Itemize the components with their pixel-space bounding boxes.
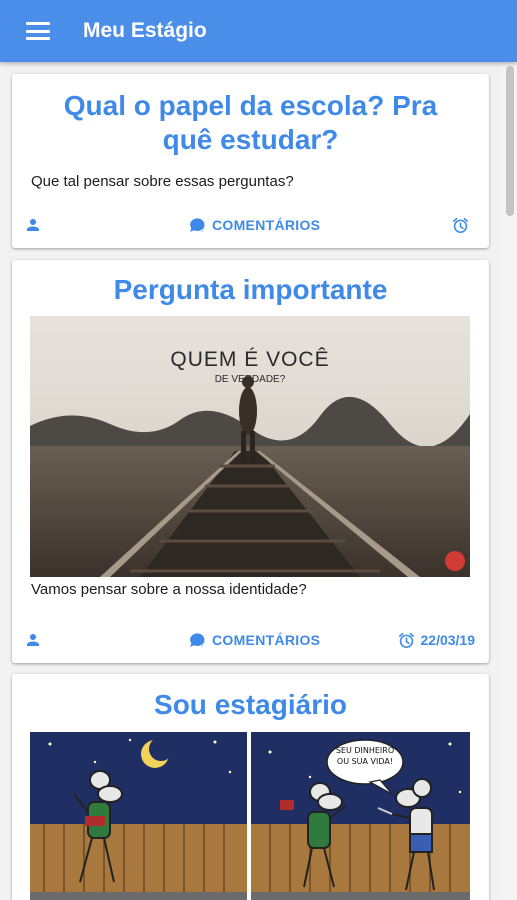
- comments-button[interactable]: COMENTÁRIOS: [187, 216, 320, 235]
- post-title: Qual o papel da escola? Pra quê estudar?: [63, 90, 438, 155]
- post-card: Pergunta importante QUEM É VOCÊ DE VERDA…: [12, 260, 489, 663]
- post-card: Sou estagiário SEU DINHEIRO OU SUA VIDA!: [12, 674, 489, 900]
- scrollbar[interactable]: [503, 62, 517, 900]
- chat-bubbles-icon: [190, 217, 205, 232]
- app-title: Meu Estágio: [83, 19, 207, 42]
- identity-photo: QUEM É VOCÊ DE VERDADE?: [30, 316, 470, 577]
- photo-subline: DE VERDADE?: [214, 374, 286, 385]
- comments-button[interactable]: COMENTÁRIOS: [187, 631, 320, 650]
- comic-strip: SEU DINHEIRO OU SUA VIDA!: [30, 732, 470, 900]
- post-card: Qual o papel da escola? Pra quê estudar?…: [12, 74, 489, 248]
- post-actions: COMENTÁRIOS 22/03/19: [12, 617, 489, 663]
- post-text: Vamos pensar sobre a nossa identidade?: [31, 581, 307, 598]
- post-text: Que tal pensar sobre essas perguntas?: [31, 173, 294, 190]
- hamburger-menu-icon[interactable]: [26, 22, 50, 40]
- date-button[interactable]: 22/03/19: [397, 631, 476, 650]
- chat-bubbles-icon: [190, 632, 205, 647]
- scrollbar-thumb[interactable]: [506, 66, 514, 216]
- alarm-clock-icon: [398, 632, 414, 648]
- comments-label: COMENTÁRIOS: [212, 217, 321, 233]
- speech-text: SEU DINHEIRO OU SUA VIDA!: [335, 746, 395, 766]
- post-title: Pergunta importante: [113, 274, 388, 305]
- feed[interactable]: Qual o papel da escola? Pra quê estudar?…: [0, 62, 503, 900]
- photo-headline: QUEM É VOCÊ: [170, 348, 330, 371]
- comments-label: COMENTÁRIOS: [212, 632, 321, 648]
- person-icon[interactable]: [24, 631, 42, 649]
- post-actions: COMENTÁRIOS: [12, 202, 489, 248]
- date-button[interactable]: [451, 216, 475, 235]
- app-bar: Meu Estágio: [0, 0, 517, 62]
- post-date: 22/03/19: [420, 632, 476, 648]
- post-title: Sou estagiário: [154, 689, 347, 720]
- alarm-clock-icon: [452, 217, 469, 233]
- person-icon[interactable]: [24, 216, 42, 234]
